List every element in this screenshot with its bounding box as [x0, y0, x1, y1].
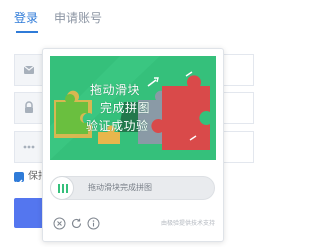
tab-register[interactable]: 申请账号 — [54, 8, 102, 28]
puzzle-image: 拖动滑块 完成拼图 验证成功验 — [50, 56, 216, 160]
close-circle-icon[interactable] — [53, 217, 66, 230]
captcha-popup: 拖动滑块 完成拼图 验证成功验 拖动滑块完成拼图 由极验提供技术支持 — [42, 48, 224, 242]
slider-hint: 拖动滑块完成拼图 — [88, 183, 152, 192]
slider-handle[interactable] — [50, 176, 74, 200]
lock-icon — [15, 93, 44, 123]
ellipsis-icon — [15, 132, 44, 162]
remember-checkbox[interactable] — [14, 172, 24, 185]
puzzle-text-line-3: 验证成功验 — [86, 119, 149, 133]
active-tab-indicator — [16, 31, 38, 33]
checkmark-icon — [15, 179, 23, 185]
tab-login[interactable]: 登录 — [14, 8, 38, 28]
grip-bar — [66, 184, 68, 193]
provider-credit[interactable]: 由极验提供技术支持 — [161, 217, 215, 231]
info-icon[interactable] — [87, 217, 100, 230]
puzzle-text-line-1: 拖动滑块 — [90, 83, 141, 97]
refresh-icon[interactable] — [70, 217, 83, 230]
grip-bar — [62, 184, 64, 193]
slider-track[interactable]: 拖动滑块完成拼图 — [50, 176, 215, 200]
envelope-icon — [15, 55, 44, 85]
puzzle-text-line-2: 完成拼图 — [100, 101, 151, 115]
grip-bar — [58, 184, 60, 193]
